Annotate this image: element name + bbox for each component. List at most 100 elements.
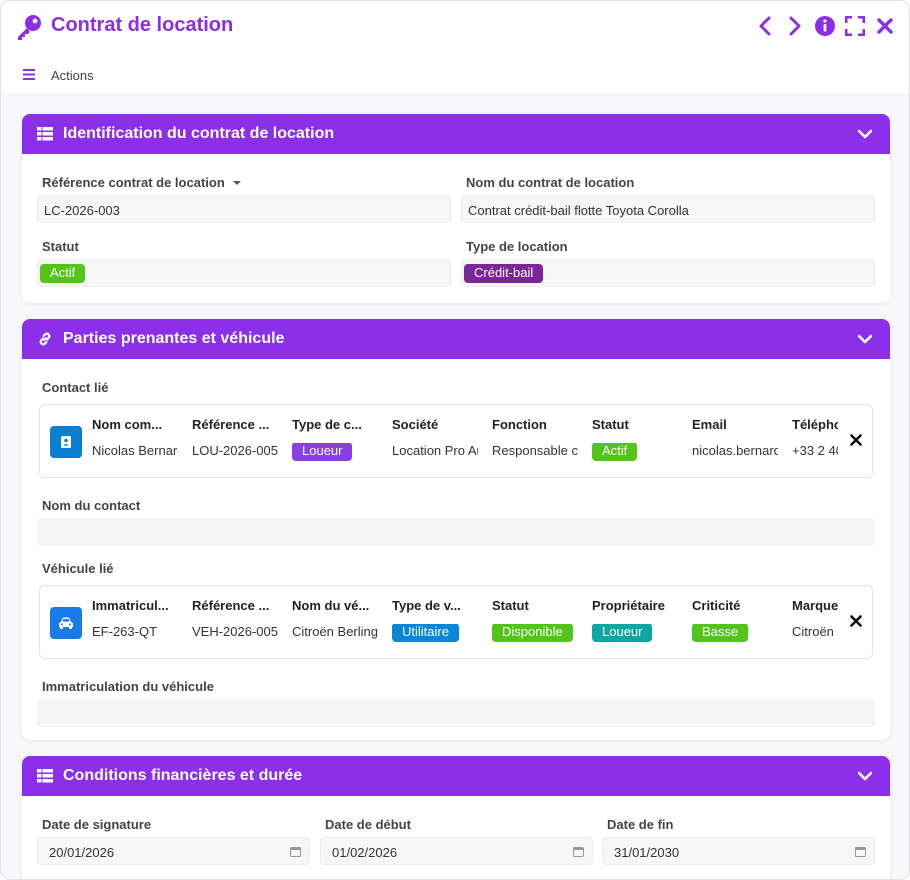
vehicle-col-type: Type de v... Utilitaire	[392, 598, 478, 642]
contact-col-status-header: Statut	[592, 417, 629, 432]
contact-col-reference-value: LOU-2026-005	[192, 443, 278, 458]
status-badge: Actif	[40, 264, 86, 283]
contact-col-phone-value: +33 2 40	[792, 443, 838, 458]
remove-contact-icon[interactable]	[850, 434, 862, 446]
contract-name-field[interactable]: Contrat crédit-bail flotte Toyota Coroll…	[461, 195, 875, 223]
calendar-icon[interactable]	[573, 846, 584, 857]
vehicle-col-reference: Référence ... VEH-2026-005	[192, 598, 278, 642]
link-icon	[39, 332, 51, 346]
start-date-value: 01/02/2026	[332, 845, 398, 860]
finance-section: Conditions financières et durée Date de …	[22, 756, 890, 879]
contact-col-status: Statut Actif	[592, 417, 678, 461]
vehicle-col-status-header: Statut	[492, 598, 529, 613]
rental-type-badge: Crédit-bail	[464, 264, 544, 283]
vehicle-col-name-value: Citroën Berlingo	[292, 624, 378, 639]
contact-col-name: Nom com... Nicolas Bernard	[92, 417, 178, 461]
finance-header[interactable]: Conditions financières et durée	[22, 756, 890, 796]
info-button[interactable]	[815, 15, 835, 37]
actions-menu-label[interactable]: Actions	[51, 68, 94, 83]
contact-col-email: Email nicolas.bernard	[692, 417, 778, 461]
contact-col-email-header: Email	[692, 417, 727, 432]
signature-date-value: 20/01/2026	[49, 845, 115, 860]
status-field[interactable]: Actif	[37, 259, 451, 287]
window-title: Contrat de location	[51, 14, 234, 36]
reference-field[interactable]: LC-2026-003	[37, 195, 451, 223]
vehicle-col-name: Nom du vé... Citroën Berlingo	[292, 598, 378, 642]
identification-header[interactable]: Identification du contrat de location	[22, 114, 890, 154]
vehicle-col-plate-header: Immatricul...	[92, 598, 169, 613]
end-date-field[interactable]: 31/01/2030	[602, 837, 875, 865]
reference-label-text: Référence contrat de location	[42, 175, 225, 190]
contact-col-company: Société Location Pro Auto	[392, 417, 478, 461]
signature-date-field[interactable]: 20/01/2026	[37, 837, 310, 865]
chevron-down-icon[interactable]	[858, 332, 872, 346]
calendar-icon[interactable]	[855, 846, 866, 857]
window-toolbar	[755, 15, 895, 37]
chevron-right-icon	[789, 16, 801, 36]
linked-vehicle-card[interactable]: Immatricul... EF-263-QT Référence ... VE…	[39, 585, 873, 659]
chevron-down-icon[interactable]	[858, 127, 872, 141]
car-icon	[50, 607, 82, 639]
contact-col-company-header: Société	[392, 417, 439, 432]
linked-vehicle-label: Véhicule lié	[42, 561, 114, 576]
key-icon	[18, 15, 41, 40]
contact-col-phone: Téléphone +33 2 40	[792, 417, 838, 461]
contact-col-name-header: Nom com...	[92, 417, 163, 432]
vehicle-col-reference-header: Référence ...	[192, 598, 270, 613]
vehicle-col-reference-value: VEH-2026-005	[192, 624, 278, 639]
vehicle-plate-field[interactable]	[37, 699, 875, 727]
rental-type-label: Type de location	[466, 239, 568, 254]
status-label: Statut	[42, 239, 79, 254]
contact-col-email-value: nicolas.bernard	[692, 443, 778, 458]
contact-col-function-value: Responsable commercial	[492, 443, 578, 458]
end-date-label: Date de fin	[607, 817, 674, 832]
calendar-icon[interactable]	[290, 846, 301, 857]
parties-title: Parties prenantes et véhicule	[63, 330, 285, 347]
rental-type-field[interactable]: Crédit-bail	[461, 259, 875, 287]
parties-header[interactable]: Parties prenantes et véhicule	[22, 319, 890, 359]
contact-col-phone-header: Téléphone	[792, 417, 838, 432]
vehicle-col-owner: Propriétaire Loueur	[592, 598, 678, 642]
vehicle-owner-badge: Loueur	[592, 624, 653, 642]
vehicle-col-brand-value: Citroën	[792, 624, 834, 639]
vehicle-col-brand: Marque Citroën	[792, 598, 838, 642]
vehicle-col-status: Statut Disponible	[492, 598, 578, 642]
linked-contact-columns: Nom com... Nicolas Bernard Référence ...…	[40, 405, 838, 477]
start-date-label: Date de début	[325, 817, 411, 832]
vehicle-col-type-header: Type de v...	[392, 598, 461, 613]
contact-col-reference-header: Référence ...	[192, 417, 270, 432]
vehicle-criticality-badge: Basse	[692, 624, 749, 642]
previous-button[interactable]	[755, 15, 775, 37]
linked-contact-card[interactable]: Nom com... Nicolas Bernard Référence ...…	[39, 404, 873, 478]
fullscreen-button[interactable]	[845, 15, 865, 37]
contact-col-company-value: Location Pro Auto	[392, 443, 478, 458]
identification-section: Identification du contrat de location Ré…	[22, 114, 890, 303]
contact-col-type: Type de c... Loueur	[292, 417, 378, 461]
close-icon	[877, 18, 893, 34]
vehicle-col-brand-header: Marque	[792, 598, 838, 613]
start-date-field[interactable]: 01/02/2026	[320, 837, 593, 865]
vehicle-col-plate-value: EF-263-QT	[92, 624, 158, 639]
title-bar: Contrat de location	[1, 1, 909, 57]
table-grid-icon	[37, 127, 53, 141]
expand-icon	[845, 16, 865, 36]
remove-vehicle-icon[interactable]	[850, 615, 862, 627]
signature-date-label: Date de signature	[42, 817, 152, 832]
contact-col-name-value: Nicolas Bernard	[92, 443, 178, 458]
vehicle-type-badge: Utilitaire	[392, 624, 459, 642]
table-grid-icon	[37, 769, 53, 783]
chevron-down-icon[interactable]	[858, 769, 872, 783]
contract-window: Contrat de location Actions Identificati…	[0, 0, 910, 880]
contract-name-label: Nom du contrat de location	[466, 175, 635, 190]
contact-name-label: Nom du contact	[42, 498, 141, 513]
menu-icon[interactable]	[23, 69, 35, 80]
close-button[interactable]	[875, 15, 895, 37]
next-button[interactable]	[785, 15, 805, 37]
caret-down-icon[interactable]	[232, 179, 242, 187]
contact-status-badge: Actif	[592, 443, 638, 461]
info-icon	[815, 16, 835, 36]
vehicle-col-name-header: Nom du vé...	[292, 598, 370, 613]
contact-col-type-header: Type de c...	[292, 417, 362, 432]
contact-name-field[interactable]	[37, 518, 875, 546]
linked-contact-label: Contact lié	[42, 380, 109, 395]
